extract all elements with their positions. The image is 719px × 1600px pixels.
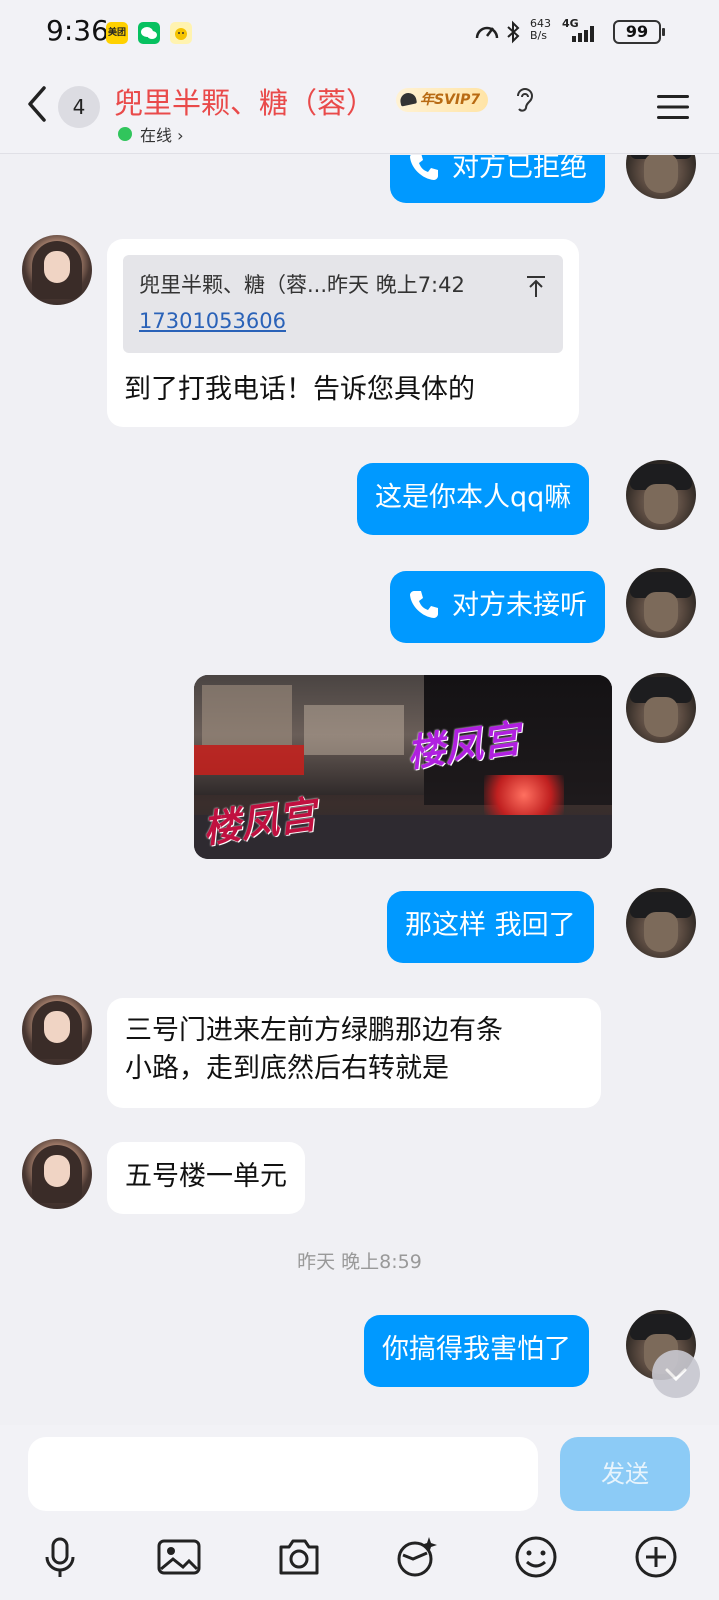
battery-icon: 99 xyxy=(613,20,665,44)
contact-avatar[interactable] xyxy=(22,1139,92,1209)
call-record-bubble[interactable]: 对方已拒绝 xyxy=(390,155,605,203)
my-avatar[interactable] xyxy=(626,673,696,743)
back-arrow-icon[interactable] xyxy=(22,82,52,126)
emoji-icon[interactable] xyxy=(512,1533,560,1581)
signal-icon: 4G xyxy=(562,18,594,42)
online-status-dot xyxy=(118,127,132,141)
message-input[interactable] xyxy=(28,1437,538,1511)
message-line: 小路，走到底然后右转就是 xyxy=(125,1053,449,1084)
status-bar: 9:36 美团 643 B/s 4G 99 xyxy=(0,0,719,64)
quoted-message[interactable]: 兜里半颗、糖（蓉...昨天 晚上7:42 17301053606 xyxy=(123,255,563,353)
ear-icon[interactable] xyxy=(514,86,534,114)
contact-avatar[interactable] xyxy=(22,235,92,305)
quote-meta: 兜里半颗、糖（蓉...昨天 晚上7:42 xyxy=(139,273,465,297)
message-timestamp: 昨天 晚上8:59 xyxy=(297,1251,422,1273)
message-bubble[interactable]: 五号楼一单元 xyxy=(107,1142,305,1214)
speed-icon xyxy=(474,20,500,48)
unread-count-badge[interactable]: 4 xyxy=(58,86,100,128)
chevron-right-icon: › xyxy=(177,126,184,145)
wechat-icon xyxy=(138,22,160,44)
message-bubble[interactable]: 你搞得我害怕了 xyxy=(364,1315,589,1387)
contact-name[interactable]: 兜里半颗、糖（蓉） xyxy=(114,80,375,122)
input-bar: 发送 xyxy=(0,1425,719,1600)
jump-to-original-icon[interactable] xyxy=(527,275,545,297)
my-avatar[interactable] xyxy=(626,155,696,199)
my-avatar[interactable] xyxy=(626,568,696,638)
svip-hat-icon xyxy=(398,91,418,107)
meituan-icon: 美团 xyxy=(106,22,128,44)
message-bubble[interactable]: 三号门进来左前方绿鹏那边有条 小路，走到底然后右转就是 xyxy=(107,998,601,1108)
my-avatar[interactable] xyxy=(626,460,696,530)
chat-message-list[interactable]: 对方已拒绝 兜里半颗、糖（蓉...昨天 晚上7:42 17301053606 到… xyxy=(0,155,719,1425)
quote-phone-link[interactable]: 17301053606 xyxy=(139,309,286,333)
message-line: 三号门进来左前方绿鹏那边有条 xyxy=(125,1015,503,1046)
status-time: 9:36 xyxy=(46,14,109,47)
microphone-icon[interactable] xyxy=(36,1533,84,1581)
sticker-icon[interactable] xyxy=(393,1533,441,1581)
phone-icon xyxy=(408,155,440,182)
bluetooth-icon xyxy=(506,20,520,48)
scroll-to-bottom-button[interactable] xyxy=(652,1350,700,1398)
message-text: 到了打我电话！告诉您具体的 xyxy=(124,374,475,405)
yellow-app-icon xyxy=(170,22,192,44)
plus-icon[interactable] xyxy=(632,1533,680,1581)
image-icon[interactable] xyxy=(155,1533,203,1581)
net-speed: 643 B/s xyxy=(530,17,551,42)
message-bubble[interactable]: 那这样 我回了 xyxy=(387,891,594,963)
image-message[interactable]: 楼凤宫 楼凤宫 xyxy=(194,675,612,859)
my-avatar[interactable] xyxy=(626,888,696,958)
send-button[interactable]: 发送 xyxy=(560,1437,690,1511)
chat-header: 4 兜里半颗、糖（蓉） 年SVIP7 在线 › xyxy=(0,64,719,154)
message-bubble[interactable]: 这是你本人qq嘛 xyxy=(357,463,590,535)
svip-badge[interactable]: 年SVIP7 xyxy=(396,88,489,112)
call-record-bubble[interactable]: 对方未接听 xyxy=(390,571,605,643)
camera-icon[interactable] xyxy=(275,1533,323,1581)
online-status[interactable]: 在线 › xyxy=(140,122,184,146)
menu-icon[interactable] xyxy=(657,94,689,120)
phone-icon xyxy=(408,588,440,620)
contact-avatar[interactable] xyxy=(22,995,92,1065)
